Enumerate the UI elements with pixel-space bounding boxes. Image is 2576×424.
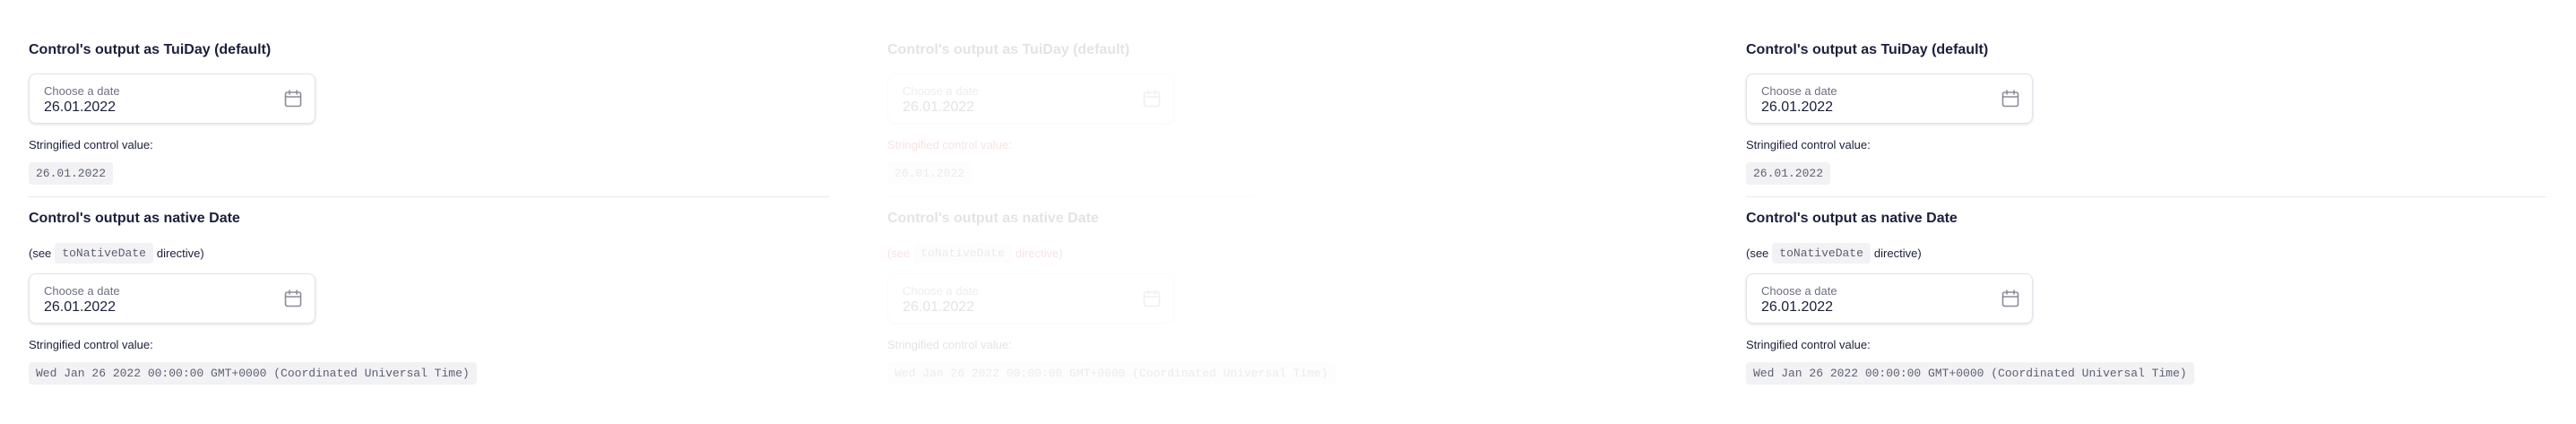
stringified-value-box: Wed Jan 26 2022 00:00:00 GMT+0000 (Coord… [887, 362, 1336, 385]
stringified-value-box: 26.01.2022 [887, 162, 972, 185]
date-input-label: Choose a date [44, 284, 120, 298]
calendar-icon[interactable] [2000, 88, 2021, 109]
stringified-caption: Stringified control value: [887, 138, 1012, 151]
example-column-1: Control's output as TuiDay (default) Cho… [29, 0, 857, 424]
calendar-icon[interactable] [282, 88, 304, 109]
date-input-label: Choose a date [903, 284, 979, 298]
note-suffix: directive) [156, 247, 204, 260]
stringified-value-box: 26.01.2022 [1746, 162, 1831, 185]
note-suffix: directive) [1873, 247, 1922, 260]
date-input-label: Choose a date [903, 84, 979, 98]
date-input-label: Choose a date [1761, 284, 1837, 298]
directive-code: toNativeDate [55, 243, 153, 264]
stringified-caption: Stringified control value: [29, 338, 153, 351]
date-input-value: 26.01.2022 [903, 299, 975, 315]
note-prefix: (see [1746, 247, 1769, 260]
date-input-native[interactable]: Choose a date 26.01.2022 [29, 273, 316, 324]
calendar-icon[interactable] [282, 288, 304, 309]
section-title-tuiday: Control's output as TuiDay (default) [1746, 42, 1989, 57]
page: Control's output as TuiDay (default) Cho… [0, 0, 2576, 424]
stringified-value: 26.01.2022 [29, 162, 114, 185]
stringified-value: 26.01.2022 [887, 162, 972, 185]
section-divider [1746, 196, 2546, 197]
stringified-value: Wed Jan 26 2022 00:00:00 GMT+0000 (Coord… [1746, 362, 2194, 385]
section-divider [887, 196, 1688, 197]
example-column-3: Control's output as TuiDay (default) Cho… [1746, 0, 2574, 424]
calendar-icon[interactable] [1141, 88, 1163, 109]
date-input-tuiday[interactable]: Choose a date 26.01.2022 [1746, 74, 2033, 124]
stringified-caption: Stringified control value: [887, 338, 1012, 351]
date-input-label: Choose a date [44, 84, 120, 98]
directive-note: (see toNativeDate directive) [1746, 243, 1922, 264]
date-input-value: 26.01.2022 [44, 299, 117, 315]
directive-note: (see toNativeDate directive) [887, 243, 1063, 264]
date-input-value: 26.01.2022 [1761, 299, 1834, 315]
date-input-value: 26.01.2022 [44, 100, 117, 115]
stringified-value-box: 26.01.2022 [29, 162, 114, 185]
date-input-native[interactable]: Choose a date 26.01.2022 [887, 273, 1174, 324]
note-prefix: (see [887, 247, 911, 260]
directive-code: toNativeDate [913, 243, 1012, 264]
stringified-caption: Stringified control value: [29, 138, 153, 151]
section-divider [29, 196, 829, 197]
stringified-value: Wed Jan 26 2022 00:00:00 GMT+0000 (Coord… [29, 362, 477, 385]
section-title-tuiday: Control's output as TuiDay (default) [887, 42, 1130, 57]
stringified-caption: Stringified control value: [1746, 138, 1871, 151]
directive-code: toNativeDate [1772, 243, 1871, 264]
note-prefix: (see [29, 247, 52, 260]
section-title-native-date: Control's output as native Date [887, 211, 1099, 226]
date-input-value: 26.01.2022 [1761, 100, 1834, 115]
date-input-tuiday[interactable]: Choose a date 26.01.2022 [887, 74, 1174, 124]
date-input-tuiday[interactable]: Choose a date 26.01.2022 [29, 74, 316, 124]
directive-note: (see toNativeDate directive) [29, 243, 204, 264]
section-title-native-date: Control's output as native Date [1746, 211, 1958, 226]
section-title-tuiday: Control's output as TuiDay (default) [29, 42, 272, 57]
note-suffix: directive) [1015, 247, 1063, 260]
stringified-value: 26.01.2022 [1746, 162, 1831, 185]
date-input-value: 26.01.2022 [903, 100, 975, 115]
stringified-value-box: Wed Jan 26 2022 00:00:00 GMT+0000 (Coord… [29, 362, 477, 385]
calendar-icon[interactable] [1141, 288, 1163, 309]
stringified-value: Wed Jan 26 2022 00:00:00 GMT+0000 (Coord… [887, 362, 1336, 385]
stringified-caption: Stringified control value: [1746, 338, 1871, 351]
stringified-value-box: Wed Jan 26 2022 00:00:00 GMT+0000 (Coord… [1746, 362, 2194, 385]
date-input-label: Choose a date [1761, 84, 1837, 98]
date-input-native[interactable]: Choose a date 26.01.2022 [1746, 273, 2033, 324]
example-column-2: Control's output as TuiDay (default) Cho… [887, 0, 1716, 424]
calendar-icon[interactable] [2000, 288, 2021, 309]
section-title-native-date: Control's output as native Date [29, 211, 240, 226]
